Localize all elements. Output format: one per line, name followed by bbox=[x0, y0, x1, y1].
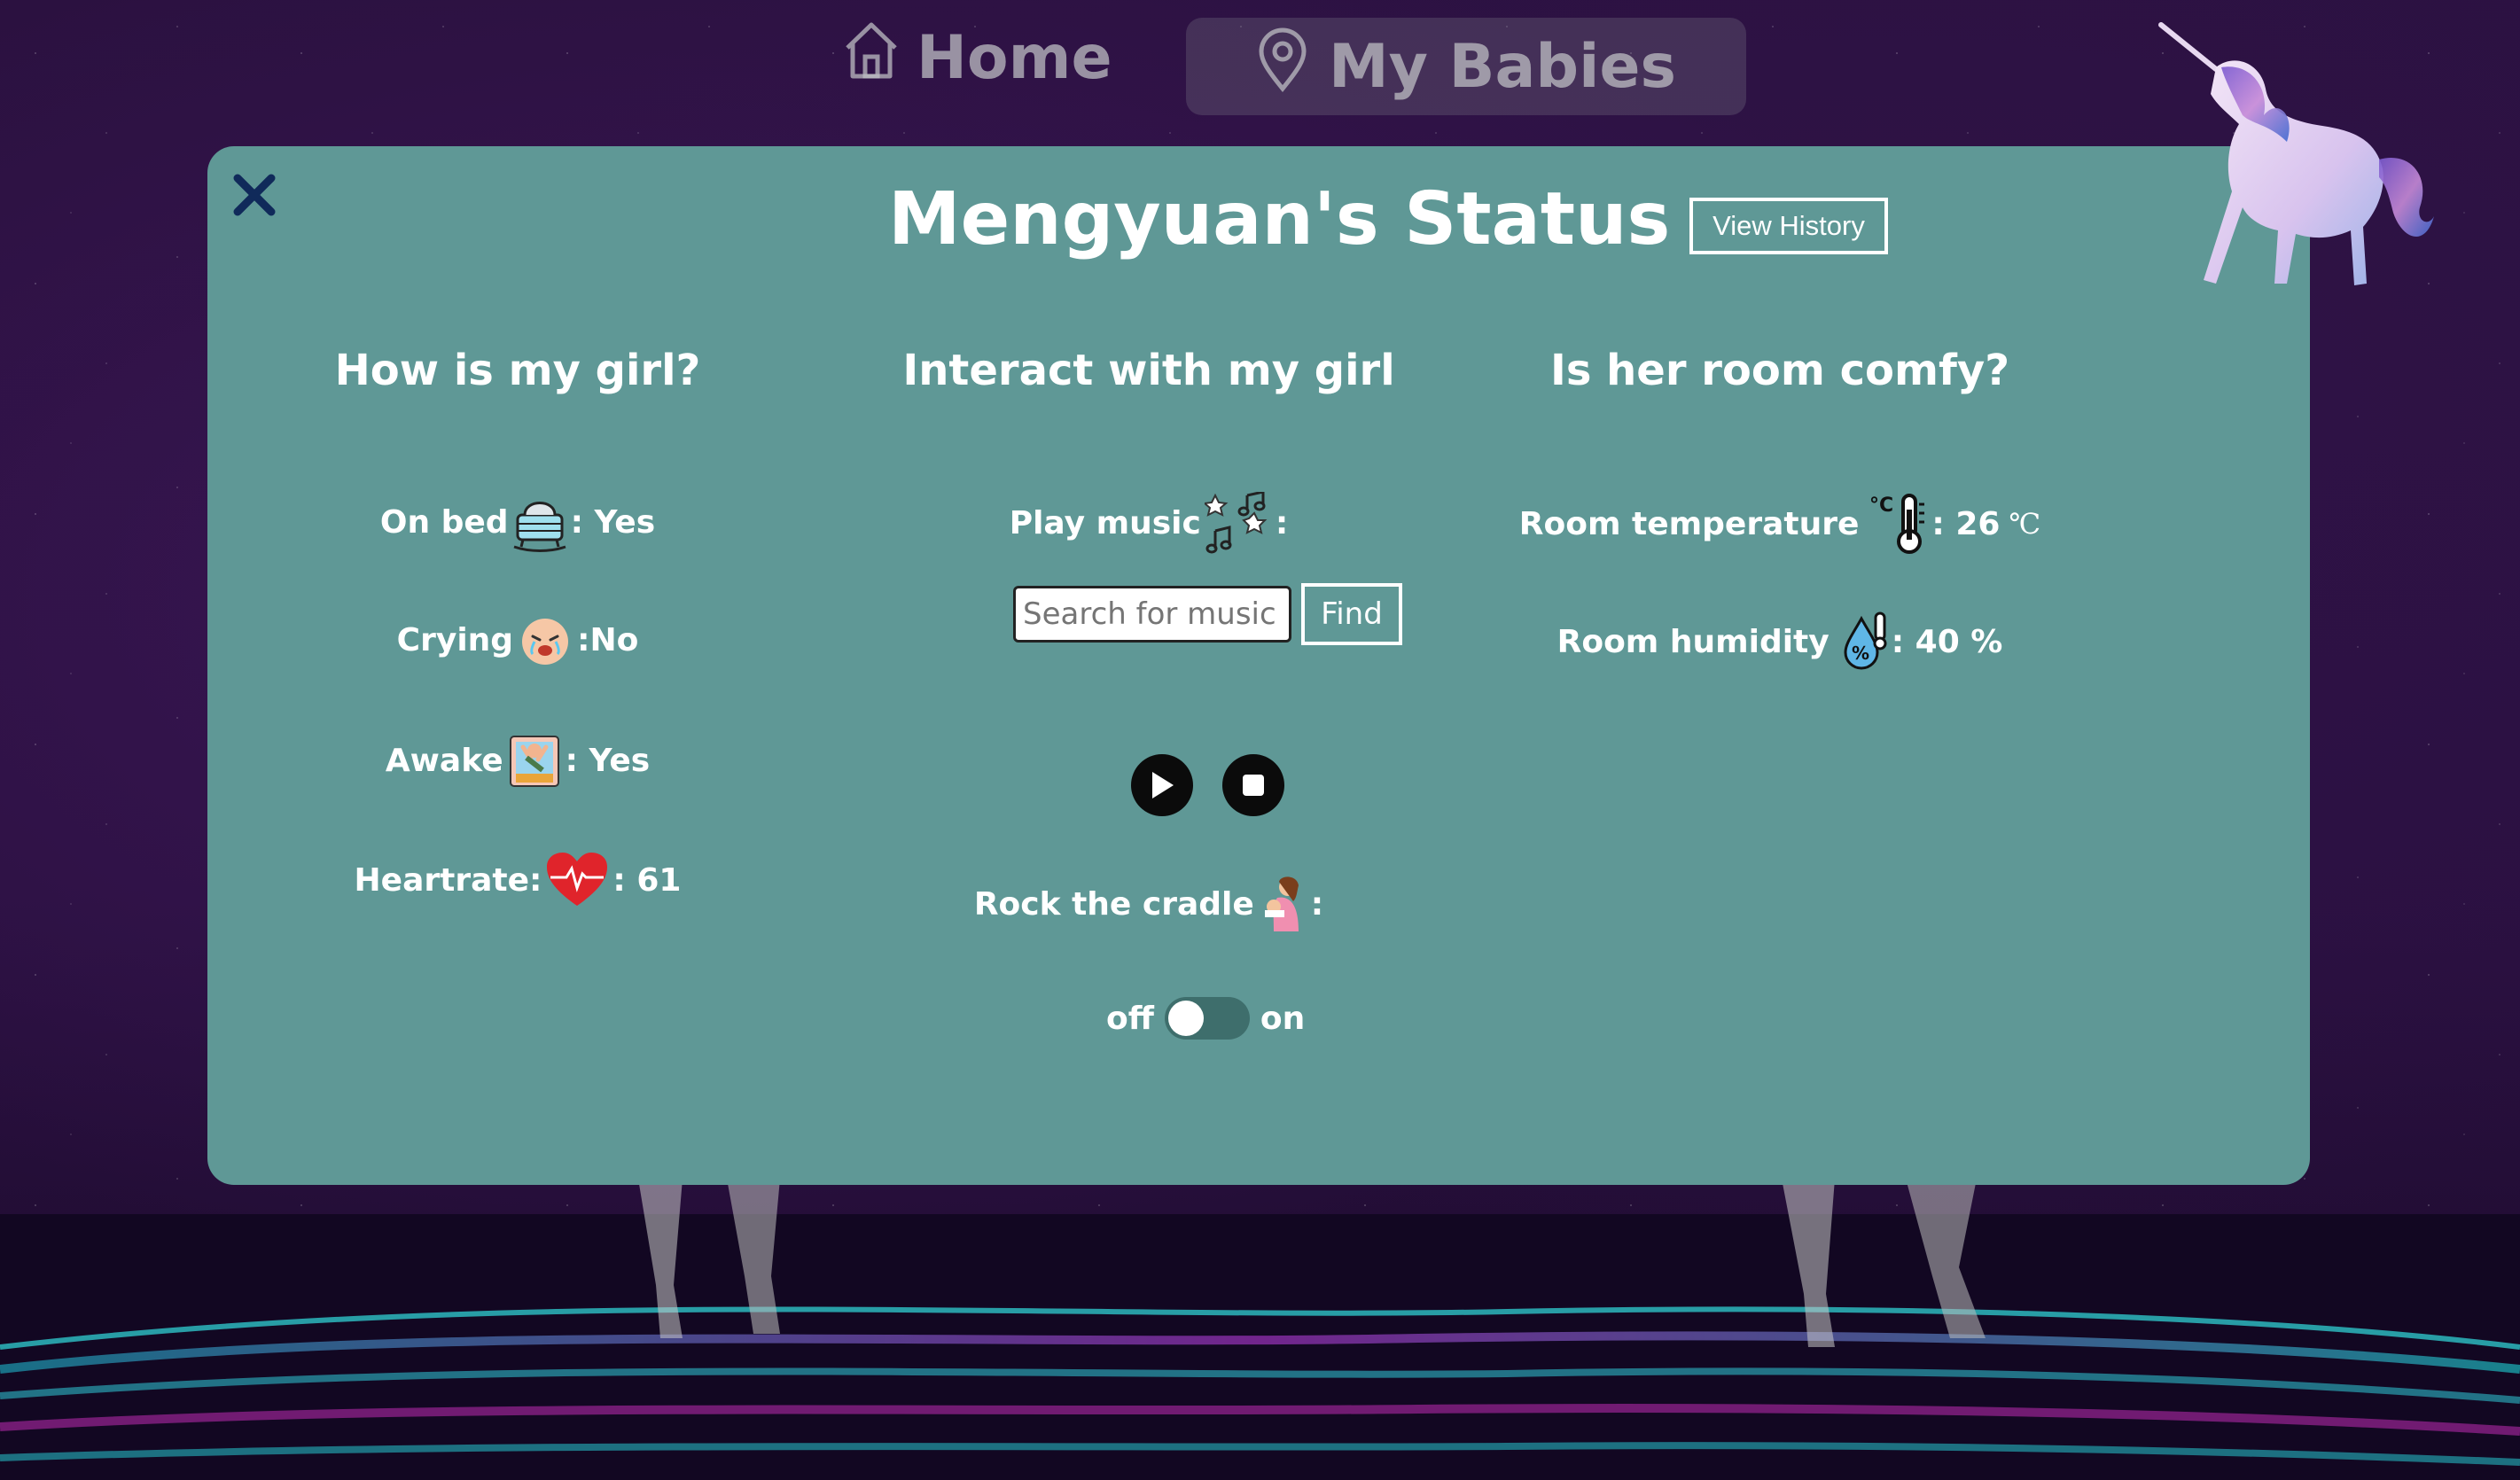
humidity-drop-icon: % bbox=[1842, 611, 1888, 672]
heartrate-label: Heartrate: bbox=[354, 861, 542, 899]
unicorn-silhouette-left bbox=[620, 1179, 798, 1347]
music-notes-icon bbox=[1204, 492, 1272, 554]
close-button[interactable] bbox=[230, 171, 278, 219]
heart-pulse-icon bbox=[545, 851, 609, 909]
house-icon bbox=[842, 19, 901, 97]
crying-baby-icon bbox=[517, 611, 573, 668]
rock-cradle-label: Rock the cradle bbox=[973, 885, 1254, 923]
cradle-toggle-row: off on bbox=[1106, 997, 1305, 1040]
cradle-toggle-switch[interactable] bbox=[1164, 997, 1250, 1040]
page-title: Mengyuan's Status bbox=[888, 176, 1671, 261]
location-pin-icon bbox=[1256, 27, 1309, 107]
heartrate-value: : 61 bbox=[612, 861, 682, 899]
nav-home-label: Home bbox=[917, 22, 1112, 93]
crying-label: Crying bbox=[396, 621, 514, 658]
music-search-input[interactable] bbox=[1013, 586, 1291, 643]
temperature-unit: ℃ bbox=[2009, 507, 2041, 541]
room-temperature-label: Room temperature bbox=[1518, 505, 1860, 542]
awake-label: Awake bbox=[385, 742, 503, 779]
interact-heading: Interact with my girl bbox=[902, 346, 1395, 395]
awake-row: Awake : Yes bbox=[207, 731, 828, 790]
play-music-label: Play music bbox=[1009, 504, 1201, 541]
crying-value: :No bbox=[577, 621, 639, 658]
rock-cradle-colon: : bbox=[1310, 885, 1324, 923]
svg-text:°C: °C bbox=[1869, 495, 1893, 517]
on-bed-row: On bed : Yes bbox=[207, 492, 828, 552]
thermometer-icon: °C bbox=[1869, 492, 1928, 556]
svg-text:%: % bbox=[1852, 643, 1869, 664]
modal-header: Mengyuan's Status bbox=[888, 175, 1670, 263]
room-humidity-row: Room humidity % : 40 % bbox=[1470, 611, 2090, 672]
stop-icon bbox=[1243, 775, 1264, 796]
play-icon bbox=[1152, 772, 1174, 798]
awake-value: : Yes bbox=[565, 742, 651, 779]
mother-baby-icon bbox=[1258, 875, 1307, 933]
play-button[interactable] bbox=[1131, 754, 1193, 816]
cradle-icon bbox=[512, 492, 567, 552]
crying-row: Crying :No bbox=[207, 611, 828, 668]
neon-ground-decoration bbox=[0, 1214, 2520, 1480]
toggle-on-label: on bbox=[1260, 1000, 1306, 1037]
on-bed-value: : Yes bbox=[570, 503, 656, 541]
close-icon bbox=[233, 174, 276, 216]
baby-status-heading: How is my girl? bbox=[334, 346, 701, 395]
view-history-button[interactable]: View History bbox=[1689, 198, 1888, 254]
room-temperature-row: Room temperature °C : 26 ℃ bbox=[1470, 492, 2090, 556]
unicorn-decoration bbox=[2154, 18, 2464, 301]
on-bed-label: On bed bbox=[379, 503, 509, 541]
rock-cradle-row: Rock the cradle : bbox=[839, 875, 1459, 933]
unicorn-silhouette-right bbox=[1773, 1179, 1994, 1356]
room-humidity-label: Room humidity bbox=[1556, 623, 1830, 660]
nav-my-babies-label: My Babies bbox=[1329, 31, 1676, 102]
toggle-knob bbox=[1167, 1001, 1204, 1036]
stop-button[interactable] bbox=[1222, 754, 1284, 816]
awake-baby-icon bbox=[507, 731, 562, 790]
room-temperature-value: : 26 bbox=[1931, 505, 2001, 542]
room-comfort-heading: Is her room comfy? bbox=[1549, 346, 2010, 395]
nav-home[interactable]: Home bbox=[842, 18, 1112, 97]
find-music-button[interactable]: Find bbox=[1301, 583, 1402, 645]
room-humidity-value: : 40 % bbox=[1891, 623, 2003, 660]
status-modal: Mengyuan's Status View History How is my… bbox=[207, 146, 2310, 1185]
play-music-colon: : bbox=[1275, 504, 1289, 541]
play-music-row: Play music : bbox=[839, 492, 1459, 554]
nav-my-babies[interactable]: My Babies bbox=[1186, 18, 1746, 115]
heartrate-row: Heartrate: : 61 bbox=[207, 851, 828, 909]
toggle-off-label: off bbox=[1106, 1000, 1154, 1037]
